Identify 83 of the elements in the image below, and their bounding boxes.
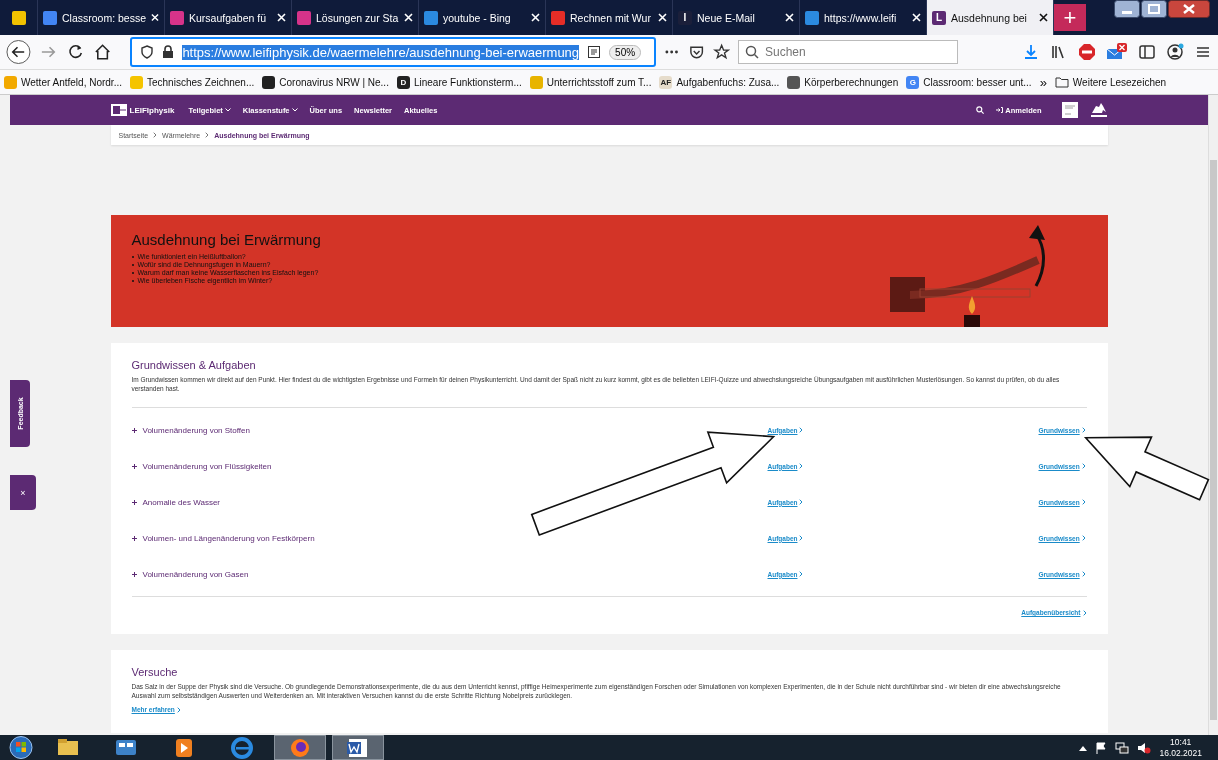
topic-toggle[interactable]: Anomalie des Wasser	[131, 497, 768, 507]
star-icon[interactable]	[712, 43, 730, 61]
url-text: https://www.leifiphysik.de/waermelehre/ausdehnung-bei-erwaermung	[182, 44, 580, 60]
clock[interactable]: 10:41 16.02.2021	[1159, 737, 1202, 758]
minimize-icon[interactable]	[1114, 0, 1140, 18]
topic-toggle[interactable]: Volumenänderung von Gasen	[131, 569, 768, 579]
new-tab-button[interactable]: +	[1054, 4, 1086, 31]
chevron-up-icon[interactable]	[1079, 744, 1088, 751]
scrollbar-thumb[interactable]	[1210, 160, 1217, 720]
bookmark-item[interactable]: Körperberechnungen	[787, 75, 899, 89]
bookmark-icon: D	[396, 75, 410, 89]
login-icon	[996, 107, 1004, 113]
start-button-icon[interactable]	[6, 735, 36, 760]
horse-logo-icon	[1089, 102, 1108, 118]
chevron-down-icon	[224, 108, 231, 112]
chevron-right-icon	[1081, 571, 1086, 578]
topic-toggle[interactable]: Volumenänderung von Stoffen	[131, 425, 768, 435]
chevron-right-icon	[799, 571, 804, 578]
search-icon[interactable]	[976, 106, 985, 114]
chevron-right-icon	[799, 463, 804, 470]
download-icon[interactable]	[1022, 43, 1040, 61]
browser-tab[interactable]: L Ausdehnung bei	[927, 0, 1054, 35]
bookmark-item[interactable]: Unterrichtsstoff zum T...	[529, 75, 652, 89]
favicon-icon: L	[932, 10, 946, 25]
search-field[interactable]: Suchen	[738, 40, 958, 64]
bookmark-folder[interactable]: Weitere Lesezeichen	[1054, 76, 1167, 88]
pocket-icon[interactable]	[687, 43, 705, 61]
close-icon[interactable]	[1039, 13, 1048, 22]
close-icon[interactable]	[1168, 0, 1210, 18]
flag-icon[interactable]	[1095, 741, 1108, 754]
plus-icon	[131, 463, 137, 469]
zoom-badge[interactable]: 50%	[609, 44, 642, 60]
search-icon	[745, 45, 759, 59]
section-title: Grundwissen & Aufgaben	[131, 359, 257, 371]
back-icon[interactable]	[6, 39, 31, 65]
bookmark-item[interactable]: Coronavirus NRW | Ne...	[262, 75, 389, 89]
bookmark-item[interactable]: AF Aufgabenfuchs: Zusa...	[659, 75, 780, 89]
topic-toggle[interactable]: Volumen- und Längenänderung von Festkörpern	[131, 533, 768, 543]
speaker-muted-icon[interactable]	[1137, 741, 1152, 754]
plus-icon	[131, 571, 137, 577]
home-icon[interactable]	[93, 42, 113, 62]
lock-icon	[162, 45, 175, 59]
partner-logo-icon	[1061, 102, 1078, 118]
more-bookmarks-button[interactable]: »	[1039, 74, 1047, 90]
chevron-right-icon	[1082, 609, 1087, 616]
favicon-icon: I	[678, 10, 692, 25]
network-icon[interactable]	[1115, 741, 1130, 754]
sidebar-icon[interactable]	[1138, 43, 1156, 61]
bookmark-item[interactable]: D Lineare Funktionsterm...	[396, 75, 522, 89]
account-icon[interactable]	[1166, 43, 1184, 61]
chevron-right-icon	[799, 499, 804, 506]
adblock-icon[interactable]	[1078, 43, 1096, 61]
mail-icon[interactable]	[1106, 43, 1128, 61]
bookmark-item[interactable]: G Classroom: besser unt...	[906, 75, 1032, 89]
chevron-down-icon	[291, 108, 298, 112]
logo-icon	[110, 104, 127, 116]
bookmark-icon: G	[906, 75, 920, 89]
bookmark-icon: AF	[659, 75, 673, 89]
plus-icon	[131, 535, 137, 541]
maximize-icon[interactable]	[1141, 0, 1167, 18]
chevron-right-icon	[176, 706, 181, 713]
address-field[interactable]: https://www.leifiphysik.de/waermelehre/ausdehnung-bei-erwaermung 50%	[130, 37, 657, 67]
section-title: Versuche	[131, 666, 179, 679]
chevron-right-icon	[1081, 427, 1086, 434]
topic-toggle[interactable]: Volumenänderung von Flüssigkeiten	[131, 461, 768, 471]
chevron-right-icon	[153, 132, 158, 138]
bookmark-item[interactable]: Wetter Antfeld, Nordr...	[4, 75, 122, 89]
close-button[interactable]: ×	[10, 475, 36, 510]
chevron-right-icon	[205, 132, 210, 138]
plus-icon	[131, 499, 137, 505]
folder-icon	[1054, 76, 1069, 88]
reader-view-icon[interactable]	[587, 45, 602, 59]
chevron-right-icon	[1081, 463, 1086, 470]
scrollbar[interactable]	[1208, 95, 1218, 735]
shield-icon	[140, 45, 155, 59]
chevron-right-icon	[799, 535, 804, 542]
bookmark-item[interactable]: Technisches Zeichnen...	[130, 75, 255, 89]
page-title: Ausdehnung bei Erwärmung	[131, 231, 321, 248]
plus-icon	[131, 427, 137, 433]
chevron-right-icon	[1081, 535, 1086, 542]
logo-link[interactable]: LEIFIphysik	[110, 104, 175, 116]
chevron-right-icon	[799, 427, 804, 434]
chevron-right-icon	[1081, 499, 1086, 506]
